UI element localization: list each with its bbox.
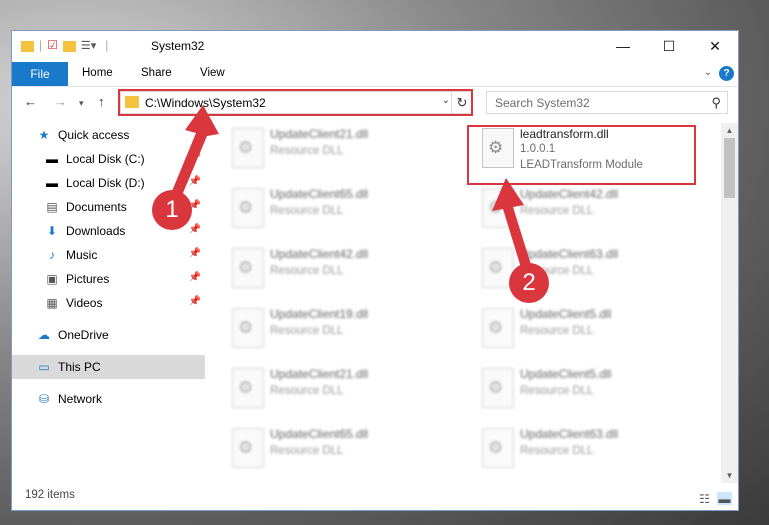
arrow-2 — [492, 178, 532, 271]
annotation-arrows — [170, 105, 532, 271]
step-1-badge: 1 — [152, 190, 192, 230]
step-2-badge: 2 — [509, 263, 549, 303]
arrow-1 — [170, 105, 219, 200]
